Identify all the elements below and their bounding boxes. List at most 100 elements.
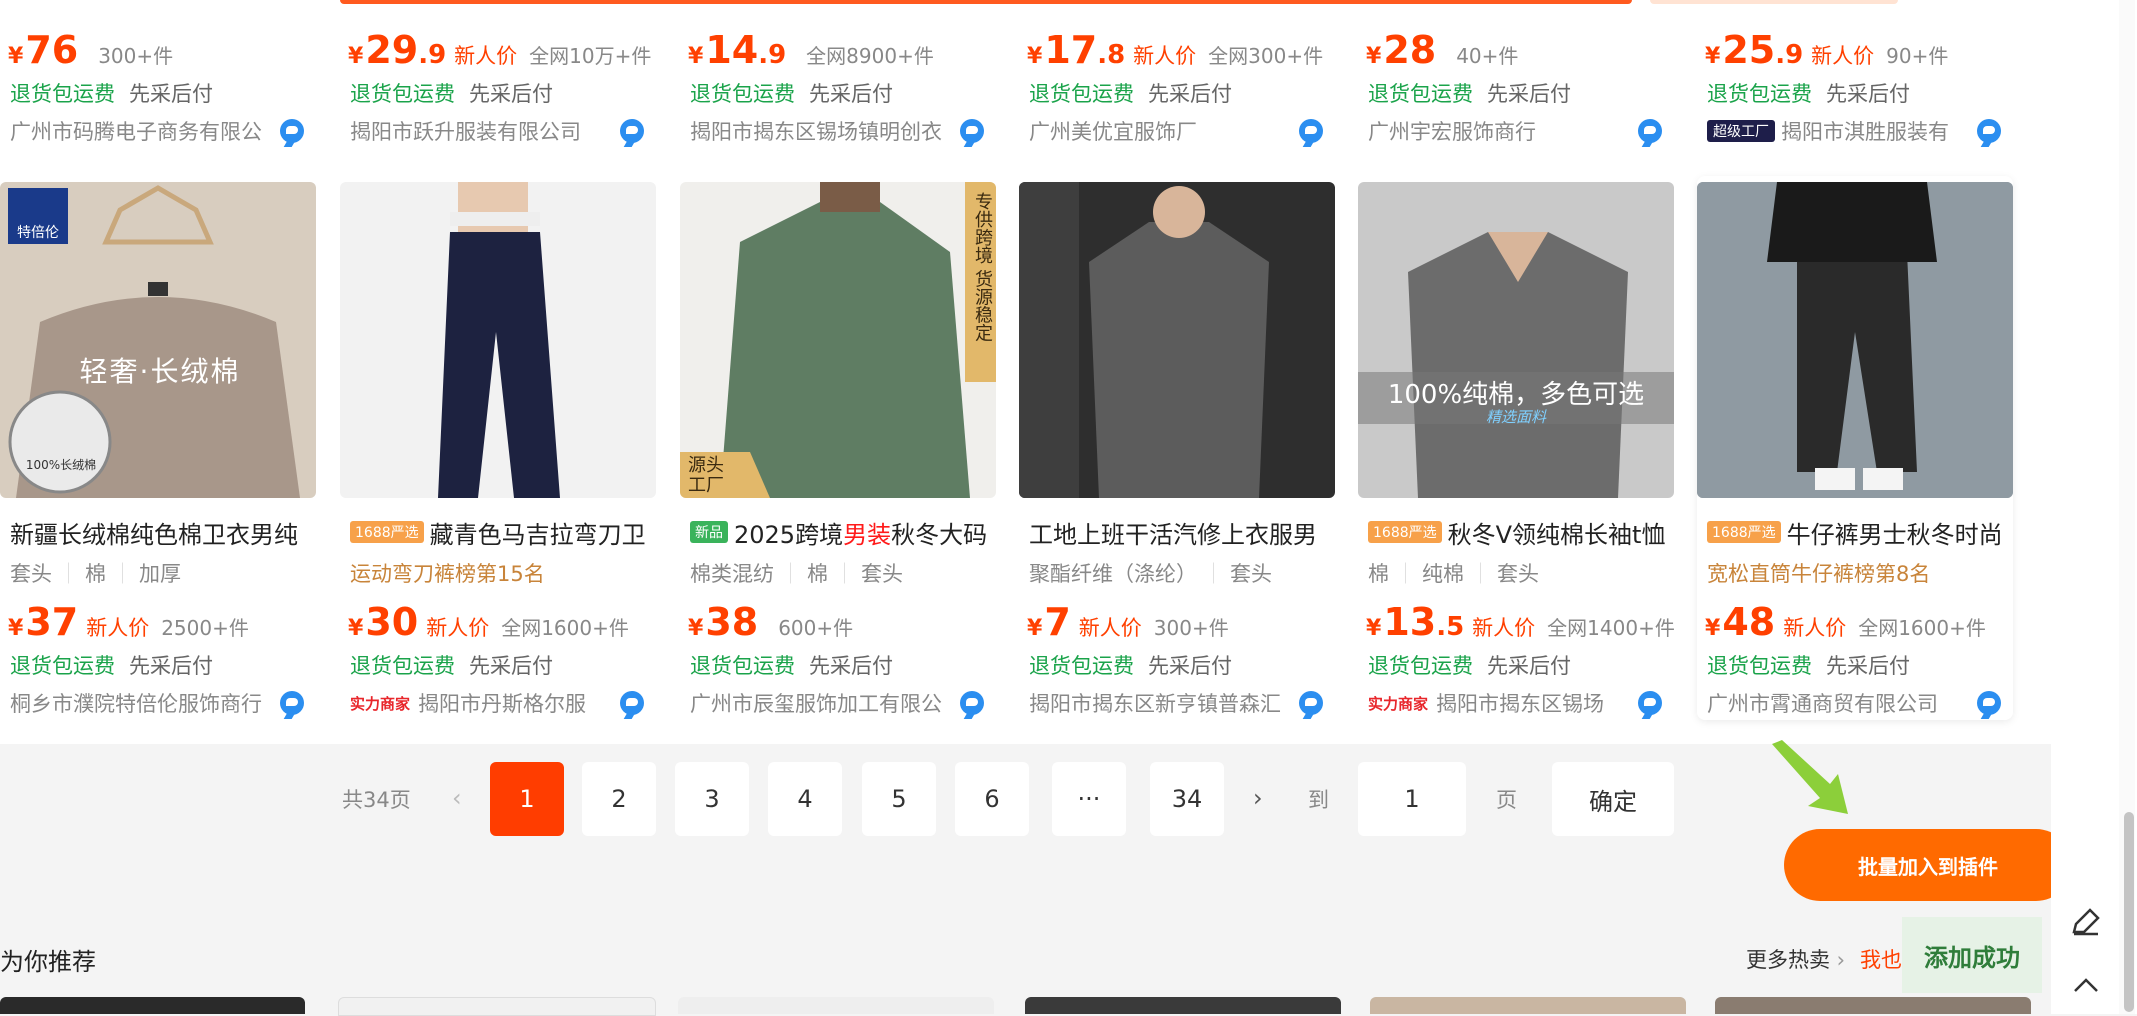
price: ¥13.5 新人价 全网1400+件 <box>1366 600 1675 644</box>
product-image-box[interactable]: 专供跨境 货源稳定 源头工厂 <box>680 182 996 498</box>
chevron-up-icon[interactable] <box>2072 975 2100 995</box>
page-button-3[interactable]: 3 <box>675 762 749 836</box>
mine-link[interactable]: 我也 <box>1860 944 1902 974</box>
price: ¥25.9 新人价 90+件 <box>1705 28 1949 72</box>
confirm-page-button[interactable]: 确定 <box>1552 762 1674 836</box>
shop-info: 桐乡市濮院特倍伦服饰商行 <box>10 688 310 718</box>
tag-1688-select: 1688严选 <box>350 521 424 543</box>
product-image[interactable] <box>1019 182 1335 498</box>
shop-name-link[interactable]: 桐乡市濮院特倍伦服饰商行 <box>10 688 262 718</box>
rank-badge[interactable]: 宽松直筒牛仔裤榜第8名 <box>1707 558 1930 588</box>
currency-symbol: ¥ <box>1705 44 1721 69</box>
recommend-card[interactable] <box>1370 997 1686 1014</box>
chat-icon[interactable] <box>280 691 304 715</box>
buy-now-pay-later-tag: 先采后付 <box>469 654 553 678</box>
product-title[interactable]: 新品 2025跨境 男装 秋冬大码 <box>690 515 990 549</box>
page-jump-input[interactable]: 1 <box>1358 762 1466 836</box>
new-user-price-label: 新人价 <box>1783 616 1847 640</box>
product-image-box[interactable]: 特倍伦 轻奢·长绒棉 100%长绒棉 <box>0 182 316 498</box>
shop-name-link[interactable]: 揭阳市淇胜服装有 <box>1781 116 1949 146</box>
product-image-box[interactable] <box>1019 182 1335 498</box>
product-card[interactable]: 1688严选 牛仔裤男士秋冬时尚宽松直筒牛仔裤榜第8名 ¥48 新人价 全网1600+件… <box>1697 176 2013 720</box>
chat-icon[interactable] <box>620 691 644 715</box>
chat-icon[interactable] <box>1299 691 1323 715</box>
chat-icon[interactable] <box>1638 691 1662 715</box>
price-integer: 37 <box>25 600 79 644</box>
product-card[interactable]: 工地上班干活汽修上衣服男聚酯纤维（涤纶）套头 ¥7 新人价 300+件退货包运费先采后… <box>1019 0 1335 720</box>
recommend-card[interactable] <box>1715 997 2031 1014</box>
page-button-1[interactable]: 1 <box>490 762 564 836</box>
shop-name-link[interactable]: 揭阳市丹斯格尔服 <box>418 688 586 718</box>
recommend-card[interactable] <box>678 997 994 1014</box>
product-title[interactable]: 1688严选 藏青色马吉拉弯刀卫 <box>350 515 650 549</box>
page-button-4[interactable]: 4 <box>768 762 842 836</box>
attribute: 棉 <box>774 562 828 586</box>
product-image-box[interactable] <box>340 182 656 498</box>
shop-name-link[interactable]: 揭阳市揭东区新亨镇普森汇 <box>1029 688 1281 718</box>
product-card[interactable]: 专供跨境 货源稳定源头工厂新品 2025跨境男装秋冬大码棉类混纺棉套头 ¥38 600… <box>680 0 996 720</box>
product-card[interactable]: 100%纯棉，多色可选精选面料 1688严选秋冬V领纯棉长袖t恤棉纯棉套头 ¥13.… <box>1358 0 1675 720</box>
title-highlight: 男装 <box>843 520 892 549</box>
free-return-tag: 退货包运费 <box>10 654 115 678</box>
price: ¥48 新人价 全网1600+件 <box>1705 600 1986 644</box>
page-button-last[interactable]: 34 <box>1150 762 1224 836</box>
title-text: 秋冬大码 <box>891 520 988 549</box>
product-title[interactable]: 新疆长绒棉纯色棉卫衣男纯 <box>10 515 310 549</box>
shop-name-link[interactable]: 揭阳市揭东区锡场 <box>1436 688 1604 718</box>
currency-symbol: ¥ <box>1027 616 1043 641</box>
attribute: 聚酯纤维（涤纶） <box>1029 562 1197 586</box>
attribute: 加厚 <box>106 562 181 586</box>
strength-merchant-badge: 实力商家 <box>1368 694 1429 713</box>
price-integer: 30 <box>365 600 419 644</box>
attribute-list: 聚酯纤维（涤纶）套头 <box>1029 558 1272 588</box>
chat-icon[interactable] <box>1977 691 2001 715</box>
product-image[interactable] <box>1697 182 2013 498</box>
sales-count: 全网1600+件 <box>501 616 629 640</box>
rank-badge[interactable]: 运动弯刀裤榜第15名 <box>350 558 545 588</box>
product-image-box[interactable]: 100%纯棉，多色可选 精选面料 <box>1358 182 1674 498</box>
product-card[interactable]: 特倍伦轻奢·长绒棉 100%长绒棉新疆长绒棉纯色棉卫衣男纯套头棉加厚 ¥37 新人价 2… <box>0 0 316 720</box>
edit-icon[interactable] <box>2070 906 2102 938</box>
service-tags: 退货包运费 先采后付 <box>350 650 553 680</box>
tag-1688-select: 1688严选 <box>1368 521 1442 543</box>
product-card-info[interactable]: ¥25.9 新人价 90+件 退货包运费 先采后付 超级工厂 揭阳市淇胜服装有 <box>1697 0 2013 160</box>
attribute: 套头 <box>1197 562 1272 586</box>
prev-page-button[interactable]: ‹ <box>452 784 462 812</box>
new-user-price-label: 新人价 <box>1472 616 1536 640</box>
product-title[interactable]: 1688严选 牛仔裤男士秋冬时尚 <box>1707 515 2007 549</box>
page-button-2[interactable]: 2 <box>582 762 656 836</box>
sales-count: 全网1600+件 <box>1858 616 1986 640</box>
recommend-card[interactable] <box>1025 997 1341 1014</box>
buy-now-pay-later-tag: 先采后付 <box>129 654 213 678</box>
product-title[interactable]: 工地上班干活汽修上衣服男 <box>1029 515 1329 549</box>
sales-count: 2500+件 <box>161 616 249 640</box>
chat-icon[interactable] <box>1977 119 2001 143</box>
attribute: 纯棉 <box>1389 562 1464 586</box>
tag-new: 新品 <box>690 521 728 543</box>
free-return-tag: 退货包运费 <box>1029 654 1134 678</box>
scrollbar-thumb[interactable] <box>2124 812 2134 1012</box>
currency-symbol: ¥ <box>688 616 704 641</box>
next-page-button[interactable]: › <box>1253 784 1263 812</box>
shop-name-link[interactable]: 广州市霄通商贸有限公司 <box>1707 688 1938 718</box>
buy-now-pay-later-tag: 先采后付 <box>1148 654 1232 678</box>
page-button-5[interactable]: 5 <box>862 762 936 836</box>
chat-icon[interactable] <box>960 691 984 715</box>
service-tags: 退货包运费 先采后付 <box>1707 78 1910 108</box>
product-card[interactable]: 1688严选 藏青色马吉拉弯刀卫 运动弯刀裤榜第15名 ¥30 新人价 全网1600+件退… <box>340 0 656 720</box>
batch-add-to-plugin-button[interactable]: 批量加入到插件 <box>1784 829 2072 901</box>
product-image[interactable] <box>1358 182 1674 498</box>
recommend-card[interactable] <box>0 997 305 1014</box>
more-hot-link[interactable]: 更多热卖 › <box>1746 944 1845 974</box>
product-image[interactable] <box>340 182 656 498</box>
page-button-6[interactable]: 6 <box>955 762 1029 836</box>
price: ¥7 新人价 300+件 <box>1027 600 1229 644</box>
free-return-tag: 退货包运费 <box>1368 654 1473 678</box>
shop-name-link[interactable]: 广州市辰玺服饰加工有限公 <box>690 688 942 718</box>
product-image[interactable] <box>680 182 996 498</box>
recommend-card[interactable] <box>338 997 656 1016</box>
product-title[interactable]: 1688严选 秋冬V领纯棉长袖t恤 <box>1368 515 1668 549</box>
sales-count: 90+件 <box>1886 44 1949 68</box>
price-integer: 38 <box>705 600 759 644</box>
product-image-box[interactable] <box>1697 182 2013 498</box>
